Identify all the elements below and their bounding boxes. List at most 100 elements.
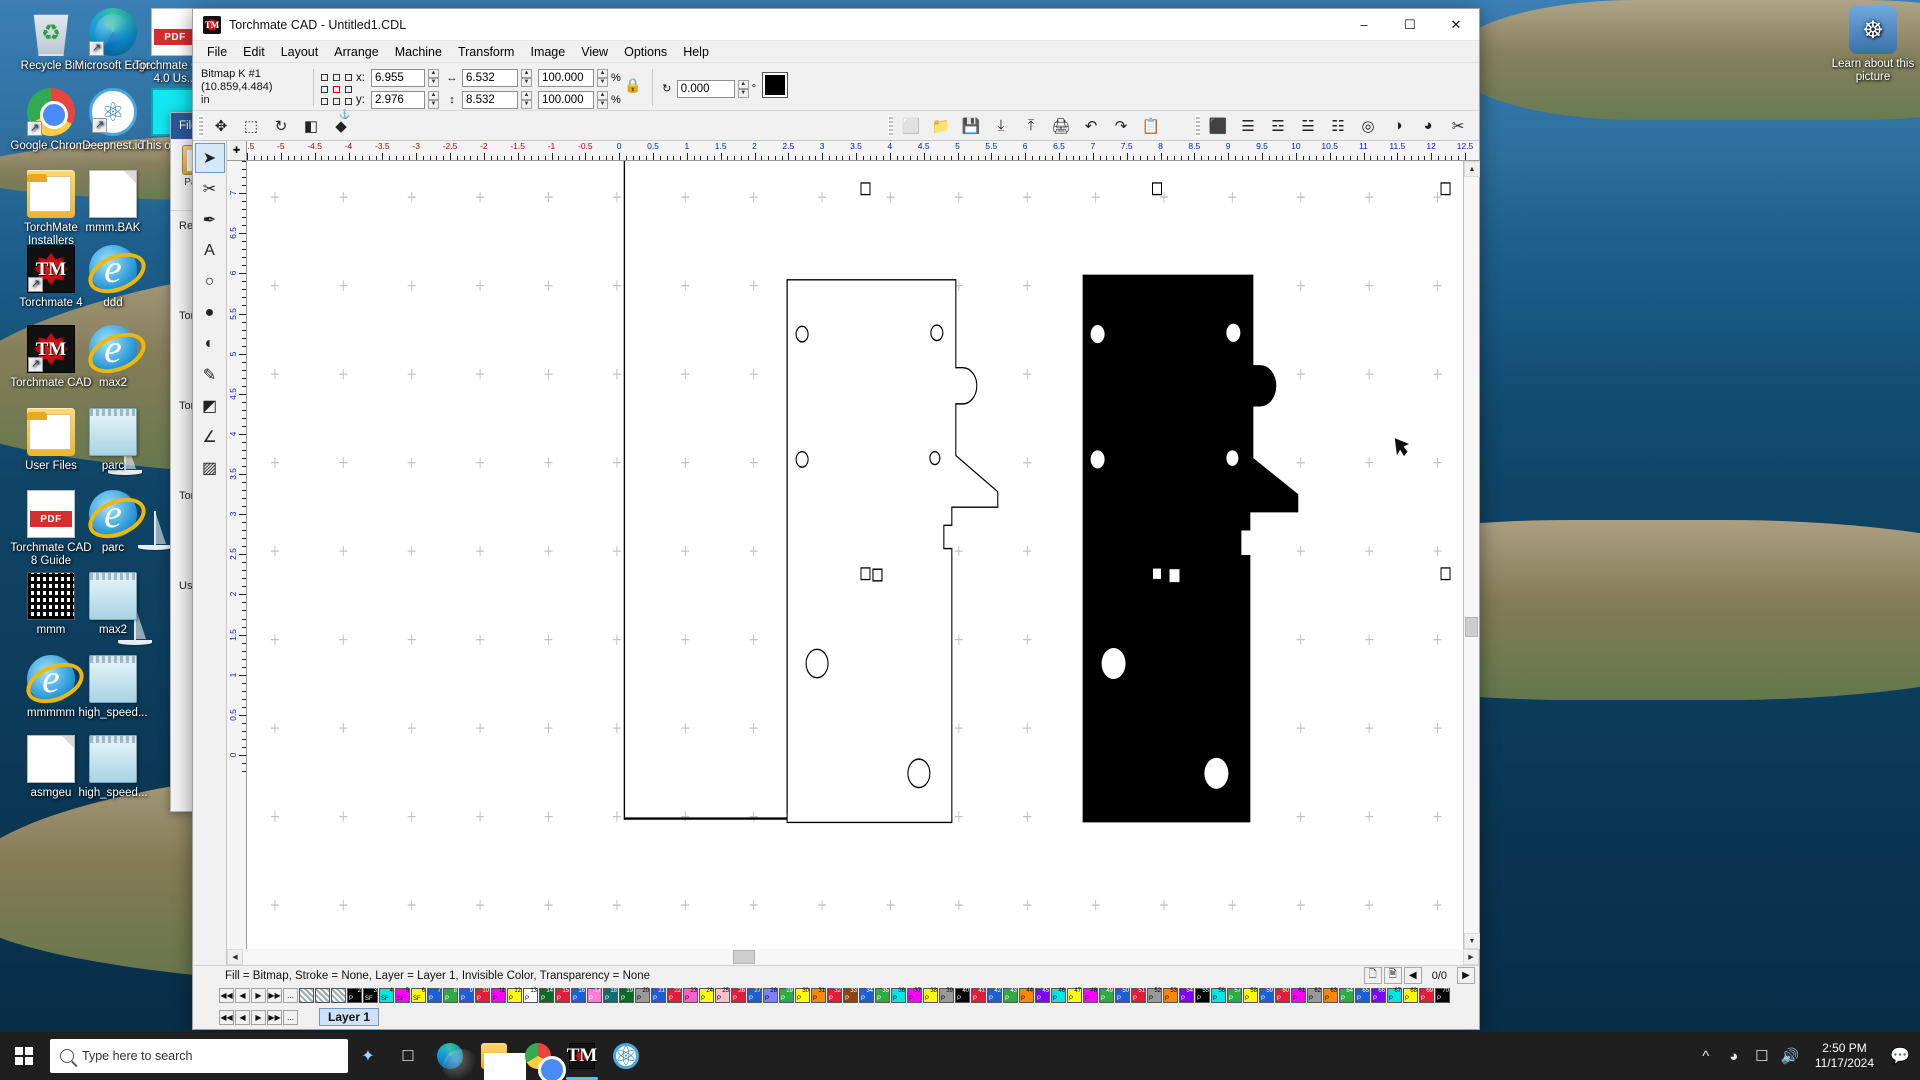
palette-swatch-33[interactable]: 33 P (843, 987, 858, 1003)
cad-title-bar[interactable]: Torchmate CAD - Untitled1.CDL – ☐ ✕ (193, 9, 1479, 41)
extrude-tool[interactable]: ◧ (296, 113, 326, 139)
palette-swatch-27[interactable]: 27 P (747, 987, 762, 1003)
export-button[interactable]: ⤒ (1016, 113, 1046, 139)
anchor-mr[interactable] (345, 86, 352, 93)
width-input[interactable]: 6.532 (462, 68, 518, 87)
palette-swatch-35[interactable]: 35 P (875, 987, 890, 1003)
palette-swatch-69[interactable]: 69 P (1419, 987, 1434, 1003)
palette-swatch-22[interactable]: 22 P (667, 987, 682, 1003)
palette-swatch-40[interactable]: 40 P (955, 987, 970, 1003)
palette-swatch-15[interactable]: 15 P (555, 987, 570, 1003)
desktop-icon-max2[interactable]: max2 (70, 572, 156, 637)
palette-swatch-16[interactable]: 16 P (571, 987, 586, 1003)
palette-swatch-6[interactable]: 6 SF (411, 987, 426, 1003)
minimize-button[interactable]: – (1341, 9, 1387, 41)
anchor-bl[interactable] (321, 98, 328, 105)
y-spinner[interactable]: ▲ ▼ (428, 90, 439, 109)
palette-swatch-57[interactable]: 57 P (1227, 987, 1242, 1003)
palette-swatch-9[interactable]: 9P (459, 987, 474, 1003)
print-button[interactable]: 🖨 (1046, 113, 1076, 139)
layer-nav-button[interactable]: ... (283, 1009, 298, 1025)
y-input[interactable]: 2.976 (371, 90, 425, 109)
anchor-bc[interactable] (333, 98, 340, 105)
close-button[interactable]: ✕ (1433, 9, 1479, 41)
menu-item-options[interactable]: Options (616, 43, 675, 61)
menu-item-arrange[interactable]: Arrange (326, 43, 386, 61)
vscroll-thumb[interactable] (1465, 617, 1478, 637)
toolbar-grip[interactable] (1195, 114, 1200, 137)
scissors-tool[interactable]: ✂ (195, 174, 225, 204)
palette-swatch-48[interactable]: 48 P (1083, 987, 1098, 1003)
scroll-right-button[interactable]: ▶ (1463, 949, 1479, 965)
horizontal-ruler[interactable]: -5.5-5-4.5-4-3.5-3-2.5-2-1.5-1-0.500.511… (247, 141, 1479, 161)
palette-swatch-39[interactable]: 39 P (939, 987, 954, 1003)
palette-swatch-52[interactable]: 52 P (1147, 987, 1162, 1003)
palette-swatch-32[interactable]: 32 P (827, 987, 842, 1003)
layer-nav-button[interactable]: ▶▶ (267, 1009, 282, 1025)
palette-swatch-45[interactable]: 45 P (1035, 987, 1050, 1003)
horizontal-scrollbar[interactable]: ◀ ▶ (227, 949, 1479, 965)
circle-tool[interactable]: ○ (195, 267, 225, 297)
start-button[interactable] (0, 1032, 48, 1080)
node-edit-tool[interactable]: ⬚ (236, 113, 266, 139)
palette-swatch-21[interactable]: 21 P (651, 987, 666, 1003)
taskbar-app-explorer[interactable] (472, 1032, 526, 1080)
height-spinner[interactable]: ▲ ▼ (521, 90, 532, 109)
pencil-tool[interactable]: ✎ (195, 360, 225, 390)
page-next-button[interactable]: ▶ (1457, 967, 1475, 984)
palette-swatch-38[interactable]: 38 P (923, 987, 938, 1003)
save-button[interactable]: 💾 (956, 113, 986, 139)
palette-swatch-20[interactable]: 20 P (635, 987, 650, 1003)
scale-x-input[interactable]: 100.000 (538, 68, 594, 87)
hscroll-track[interactable] (243, 949, 1463, 965)
palette-swatch-41[interactable]: 41 P (971, 987, 986, 1003)
menu-item-help[interactable]: Help (675, 43, 717, 61)
taskbar-clock[interactable]: 2:50 PM 11/17/2024 (1805, 1041, 1884, 1071)
contour-button[interactable]: ◕ (1413, 113, 1443, 139)
hscroll-thumb[interactable] (733, 950, 755, 964)
taskbar-app-chrome[interactable] (516, 1032, 566, 1080)
anchor-center[interactable] (333, 86, 340, 93)
menu-item-transform[interactable]: Transform (450, 43, 523, 61)
scroll-left-button[interactable]: ◀ (227, 949, 243, 965)
palette-swatch-47[interactable]: 47 P (1067, 987, 1082, 1003)
open-file-button[interactable]: 📁 (926, 113, 956, 139)
palette-swatch-13[interactable]: 13 P (523, 987, 538, 1003)
palette-swatch-58[interactable]: 58 P (1243, 987, 1258, 1003)
palette-swatch-12[interactable]: 12 P (507, 987, 522, 1003)
nest-button[interactable]: ◑ (1383, 113, 1413, 139)
palette-nav-button[interactable]: ▶ (251, 987, 266, 1003)
palette-swatch-70[interactable]: 70 P (1435, 987, 1450, 1003)
palette-swatch-46[interactable]: 46 P (1051, 987, 1066, 1003)
layer-nav-button[interactable]: ◀ (235, 1009, 250, 1025)
palette-swatch-53[interactable]: 53 P (1163, 987, 1178, 1003)
import-button[interactable]: ⤓ (986, 113, 1016, 139)
bitmap-trace-tool[interactable]: ▨ (195, 453, 225, 483)
palette-swatch-28[interactable]: 28 P (763, 987, 778, 1003)
volume-muted-icon[interactable]: 🔊 (1777, 1032, 1803, 1080)
palette-swatch-43[interactable]: 43 P (1003, 987, 1018, 1003)
palette-swatch-37[interactable]: 37 P (907, 987, 922, 1003)
align-left-button[interactable]: ☰ (1233, 113, 1263, 139)
palette-nav-button[interactable]: ◀ (235, 987, 250, 1003)
palette-swatch-5[interactable]: 5 SF (395, 987, 410, 1003)
palette-swatch-55[interactable]: 55 P (1195, 987, 1210, 1003)
palette-swatch-4[interactable]: 4 SF (379, 987, 394, 1003)
anchor-tc[interactable] (333, 74, 340, 81)
palette-swatch-23[interactable]: 23 P (683, 987, 698, 1003)
palette-swatch-17[interactable]: 17 P (587, 987, 602, 1003)
redo-button[interactable]: ↷ (1106, 113, 1136, 139)
palette-swatch-50[interactable]: 50 P (1115, 987, 1130, 1003)
lock-aspect-icon[interactable]: 🔒 (624, 73, 642, 97)
palette-nav-button[interactable]: ◀◀ (219, 987, 234, 1003)
page-surface[interactable] (247, 161, 1463, 949)
layer-nav-button[interactable]: ◀◀ (219, 1009, 234, 1025)
palette-swatch-24[interactable]: 24 P (699, 987, 714, 1003)
active-layer-chip[interactable]: Layer 1 (319, 1008, 380, 1026)
palette-swatch-68[interactable]: 68 P (1403, 987, 1418, 1003)
desktop-icon-parc[interactable]: parc (70, 408, 156, 473)
palette-swatch-65[interactable]: 65 P (1355, 987, 1370, 1003)
notification-icon[interactable]: 💬 (1886, 1032, 1914, 1080)
palette-swatch-3[interactable]: 3 SF (363, 987, 378, 1003)
palette-swatch-42[interactable]: 42 P (987, 987, 1002, 1003)
